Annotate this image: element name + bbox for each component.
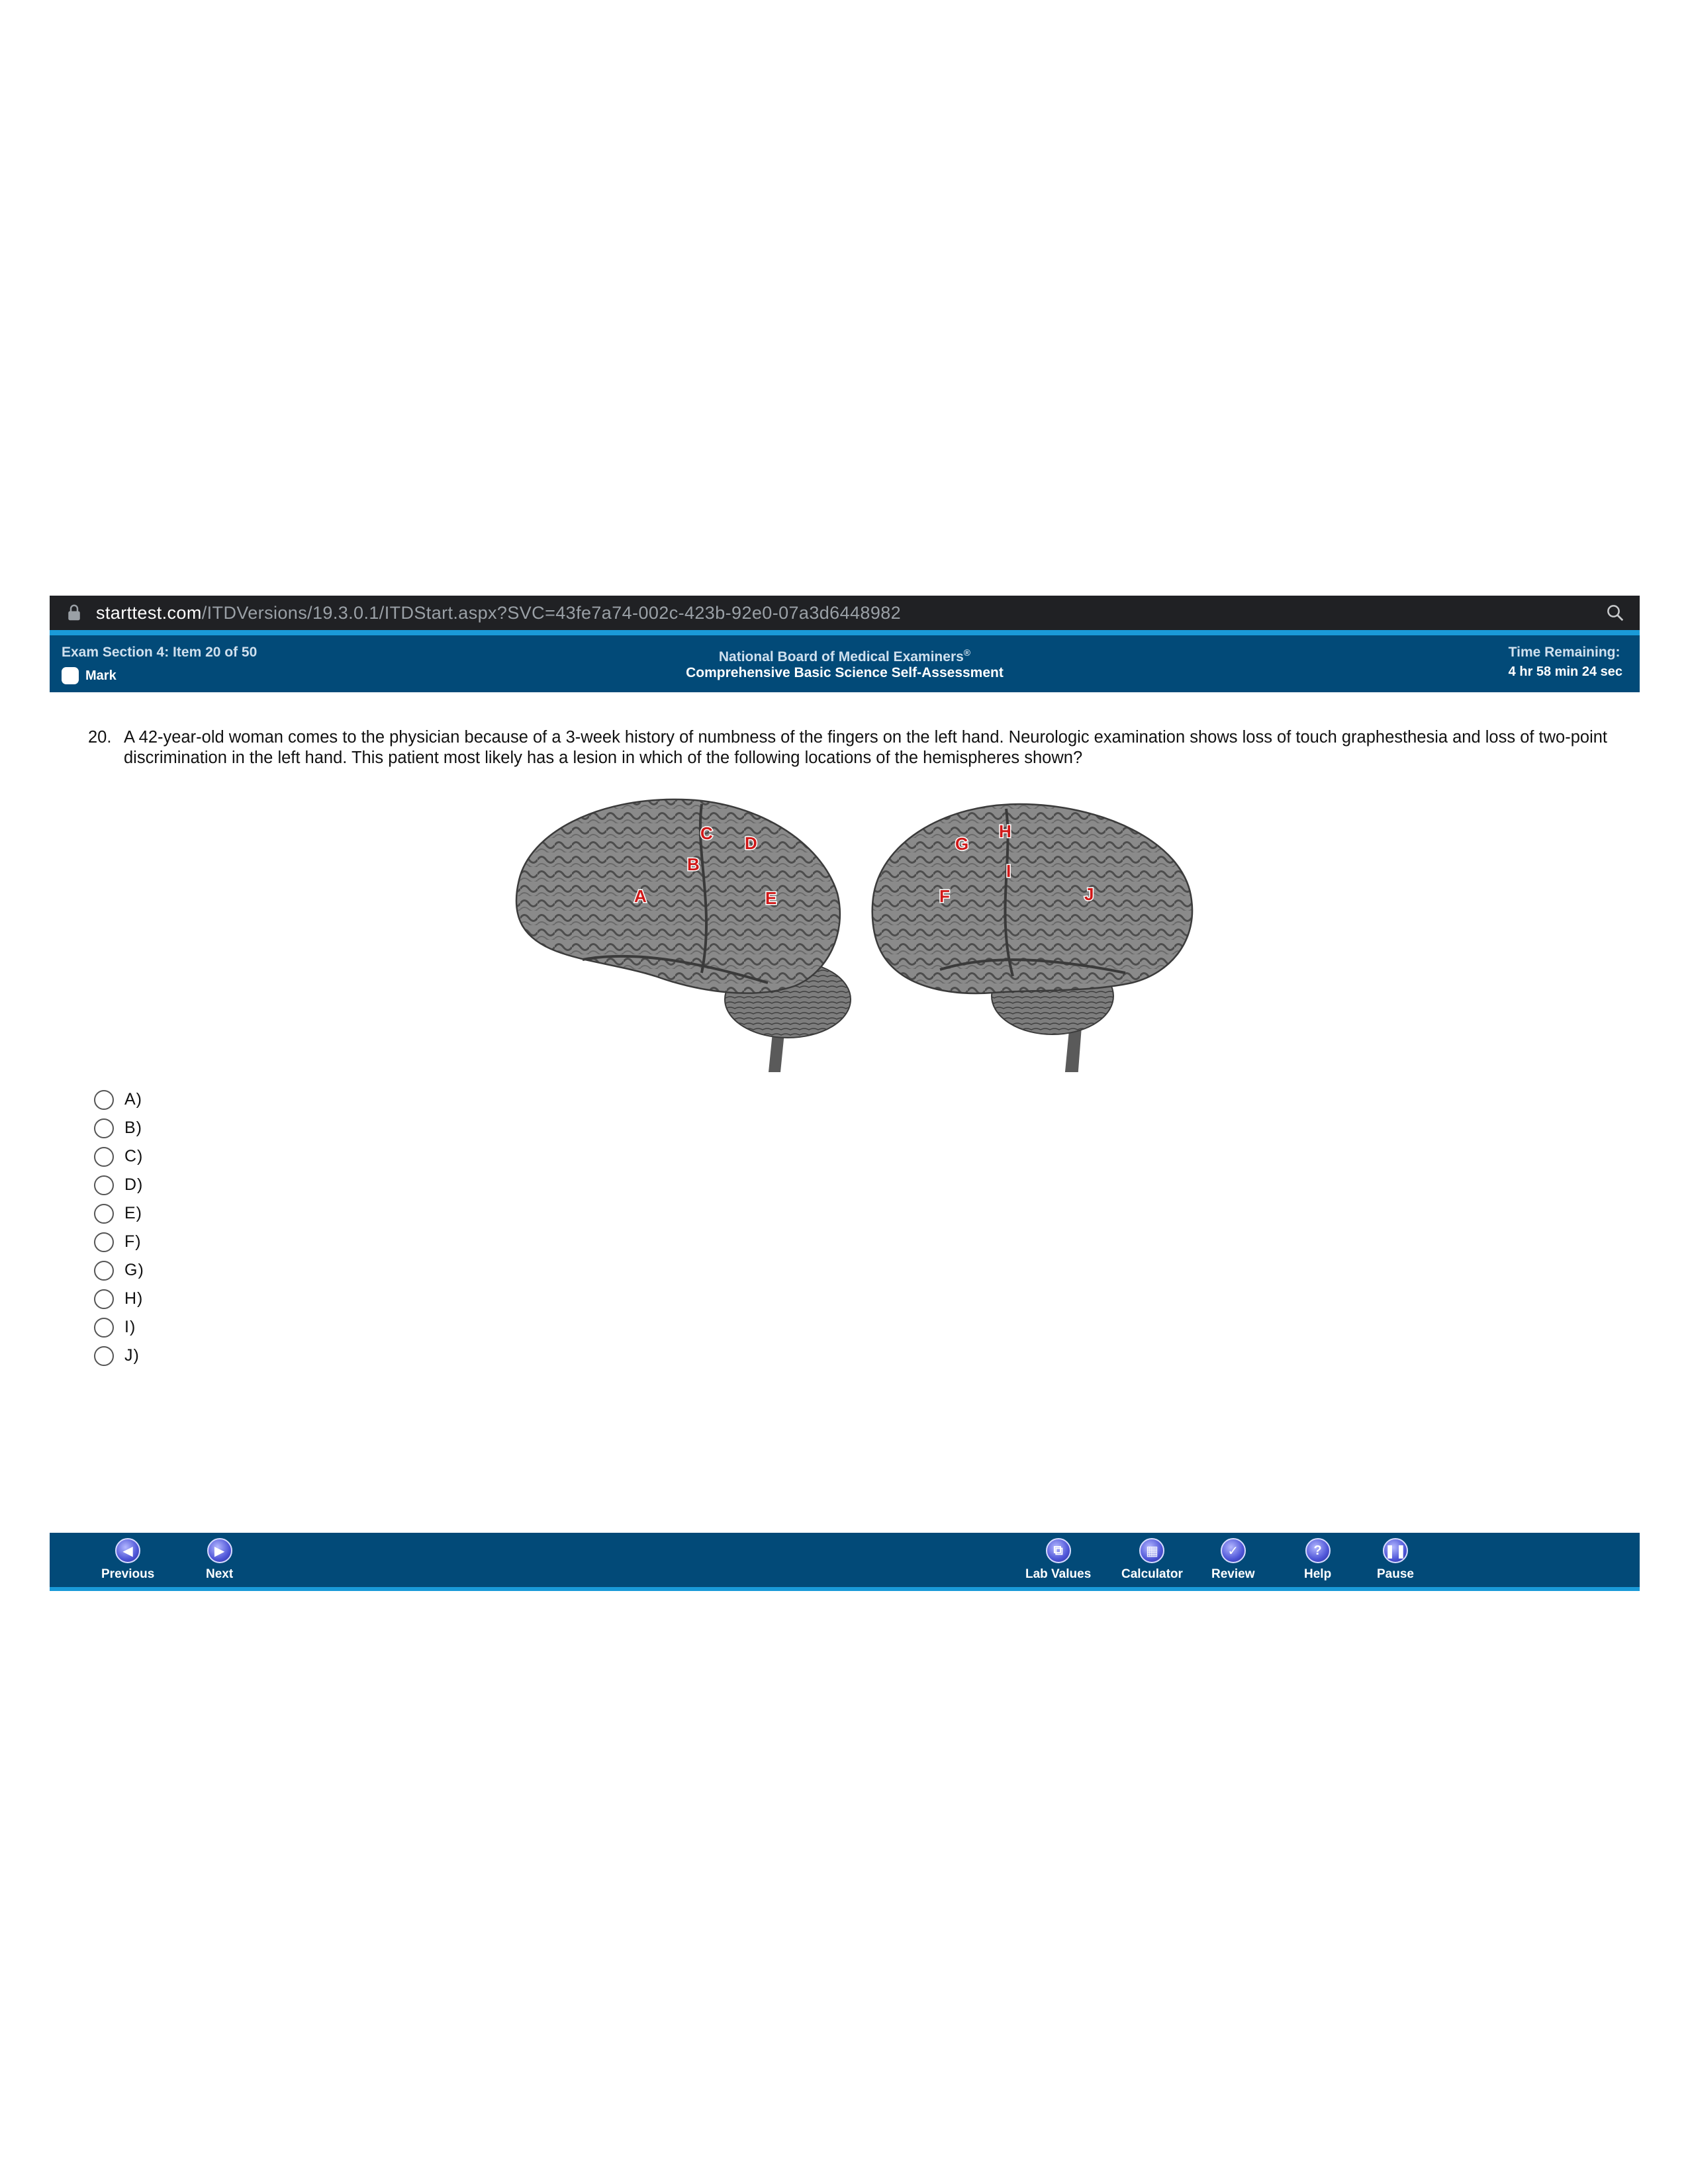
answer-list: A) B) C) D) E) F) G) H) I) J) [94, 1085, 144, 1370]
label-b: B [687, 854, 700, 874]
answer-option-e[interactable]: E) [94, 1199, 144, 1228]
previous-button[interactable]: ◀ Previous [101, 1538, 154, 1582]
time-remaining-label: Time Remaining: [1508, 645, 1620, 660]
radio-button[interactable] [94, 1203, 114, 1224]
answer-option-f[interactable]: F) [94, 1228, 144, 1256]
answer-option-g[interactable]: G) [94, 1256, 144, 1285]
bottom-toolbar: ◀ Previous ▶ Next ⧉ Lab Values ▦ Calcula… [50, 1533, 1640, 1587]
lock-icon [68, 604, 80, 621]
review-label: Review [1211, 1567, 1255, 1581]
pause-button[interactable]: ❚❚ Pause [1377, 1538, 1414, 1582]
lab-values-icon: ⧉ [1045, 1538, 1071, 1563]
radio-button[interactable] [94, 1260, 114, 1281]
header-accent-line [50, 630, 1640, 635]
label-c: C [700, 823, 713, 843]
test-name: Comprehensive Basic Science Self-Assessm… [686, 665, 1004, 680]
question-stem: A 42-year-old woman comes to the physici… [124, 728, 1608, 767]
radio-button[interactable] [94, 1232, 114, 1252]
label-e: E [765, 888, 776, 908]
label-f: F [939, 886, 950, 906]
answer-label: C) [124, 1147, 144, 1165]
answer-label: F) [124, 1232, 142, 1251]
calculator-icon: ▦ [1139, 1538, 1165, 1563]
answer-label: B) [124, 1118, 142, 1137]
footer-accent-line [50, 1587, 1640, 1591]
left-brain-drawing [515, 798, 851, 1079]
help-label: Help [1304, 1567, 1332, 1581]
radio-button[interactable] [94, 1146, 114, 1167]
question-block: 20. A 42-year-old woman comes to the phy… [88, 727, 1611, 768]
brain-figure: A B C D E F G H I J [503, 794, 1205, 1079]
radio-button[interactable] [94, 1317, 114, 1338]
help-button[interactable]: ? Help [1304, 1538, 1331, 1582]
lab-values-button[interactable]: ⧉ Lab Values [1025, 1538, 1091, 1582]
question-mark-icon: ? [1305, 1538, 1331, 1563]
answer-option-h[interactable]: H) [94, 1285, 144, 1313]
radio-button[interactable] [94, 1175, 114, 1195]
org-name: National Board of Medical Examiners® [50, 647, 1640, 665]
pause-label: Pause [1377, 1567, 1414, 1581]
calculator-label: Calculator [1121, 1567, 1183, 1581]
url-host: starttest.com [96, 602, 202, 623]
org-name-text: National Board of Medical Examiners [718, 649, 964, 664]
time-remaining-value: 4 hr 58 min 24 sec [1508, 664, 1622, 679]
exam-header: Exam Section 4: Item 20 of 50 Mark Natio… [50, 635, 1640, 692]
checkmark-icon: ✓ [1220, 1538, 1246, 1563]
answer-option-d[interactable]: D) [94, 1171, 144, 1199]
answer-option-i[interactable]: I) [94, 1313, 144, 1342]
label-i: I [1006, 861, 1011, 881]
url-text[interactable]: starttest.com/ITDVersions/19.3.0.1/ITDSt… [96, 603, 901, 623]
lab-values-label: Lab Values [1025, 1567, 1092, 1581]
pause-icon: ❚❚ [1382, 1538, 1408, 1563]
arrow-right-icon: ▶ [207, 1538, 232, 1563]
answer-option-a[interactable]: A) [94, 1085, 144, 1114]
label-d: D [745, 833, 757, 853]
radio-button[interactable] [94, 1118, 114, 1138]
brain-image: A B C D E F G H I J [515, 798, 1194, 1079]
radio-button[interactable] [94, 1089, 114, 1110]
answer-option-b[interactable]: B) [94, 1114, 144, 1142]
radio-button[interactable] [94, 1345, 114, 1366]
answer-label: G) [124, 1261, 144, 1279]
label-h: H [999, 821, 1011, 841]
right-brain-drawing [871, 803, 1194, 1079]
next-button[interactable]: ▶ Next [206, 1538, 233, 1582]
answer-option-c[interactable]: C) [94, 1142, 144, 1171]
label-g: G [955, 834, 968, 854]
label-j: J [1084, 884, 1094, 904]
answer-label: E) [124, 1204, 142, 1222]
answer-option-j[interactable]: J) [94, 1342, 144, 1370]
radio-button[interactable] [94, 1289, 114, 1309]
label-a: A [634, 886, 647, 906]
previous-label: Previous [101, 1567, 155, 1581]
answer-label: I) [124, 1318, 136, 1336]
arrow-left-icon: ◀ [115, 1538, 141, 1563]
answer-label: D) [124, 1175, 144, 1194]
browser-url-bar[interactable]: starttest.com/ITDVersions/19.3.0.1/ITDSt… [50, 596, 1640, 630]
review-button[interactable]: ✓ Review [1211, 1538, 1254, 1582]
search-icon[interactable] [1605, 603, 1625, 623]
calculator-button[interactable]: ▦ Calculator [1121, 1538, 1183, 1582]
registered-mark: ® [963, 647, 971, 658]
answer-label: H) [124, 1289, 144, 1308]
answer-label: J) [124, 1346, 140, 1365]
question-number: 20. [88, 728, 112, 747]
answer-label: A) [124, 1090, 142, 1109]
url-path: /ITDVersions/19.3.0.1/ITDStart.aspx?SVC=… [201, 602, 902, 623]
next-label: Next [206, 1567, 234, 1581]
